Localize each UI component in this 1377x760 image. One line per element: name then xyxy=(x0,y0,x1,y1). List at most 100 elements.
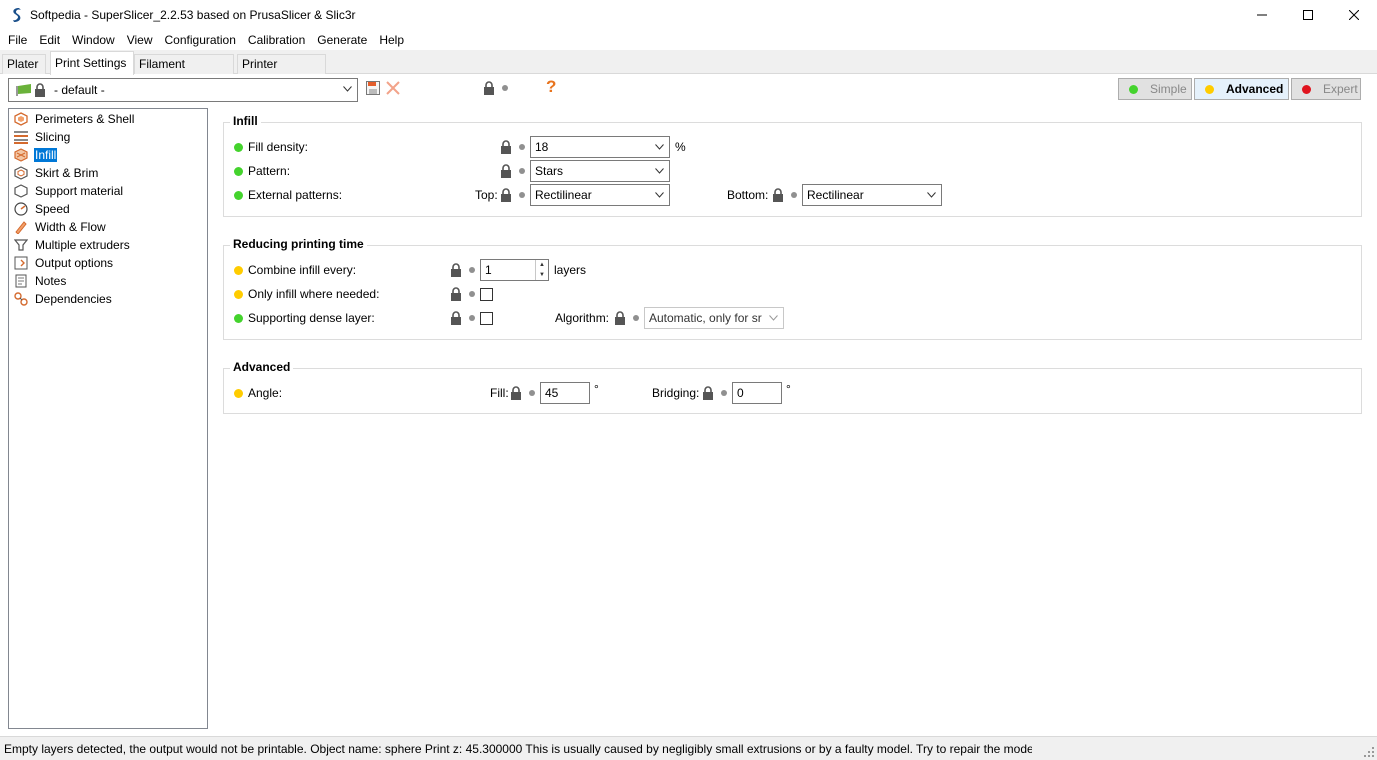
close-button[interactable] xyxy=(1331,0,1377,30)
sidebar-item-width-flow[interactable]: Width & Flow xyxy=(14,218,107,236)
sidebar-item-infill[interactable]: Infill xyxy=(14,146,58,164)
sidebar-item-support[interactable]: Support material xyxy=(14,182,124,200)
menu-edit[interactable]: Edit xyxy=(33,33,66,47)
top-pattern-label: Top: xyxy=(475,188,498,202)
sidebar-item-label: Output options xyxy=(35,256,114,270)
advanced-group-title: Advanced xyxy=(230,360,294,374)
mode-simple-button[interactable]: Simple xyxy=(1118,78,1192,100)
chevron-down-icon xyxy=(655,144,664,150)
sidebar-item-speed[interactable]: Speed xyxy=(14,200,71,218)
tab-printer-settings[interactable]: Printer Settings xyxy=(237,54,326,89)
menu-view[interactable]: View xyxy=(121,33,159,47)
bottom-pattern-dropdown[interactable]: Rectilinear xyxy=(802,184,942,206)
window-title: Softpedia - SuperSlicer_2.2.53 based on … xyxy=(30,8,356,22)
pattern-row-label: Pattern: xyxy=(234,160,290,182)
extruders-icon xyxy=(14,238,28,252)
sidebar-item-label: Notes xyxy=(35,274,67,288)
fill-angle-input[interactable]: 45 xyxy=(540,382,590,404)
supporting-dense-label: Supporting dense layer: xyxy=(248,311,375,325)
combine-infill-label: Combine infill every: xyxy=(248,263,357,277)
green-dot-icon xyxy=(234,166,243,176)
combine-infill-value: 1 xyxy=(485,263,492,277)
preset-dropdown[interactable]: - default - xyxy=(8,78,358,102)
tab-filament-settings[interactable]: Filament Settings xyxy=(134,54,234,89)
pattern-label: Pattern: xyxy=(248,164,291,178)
bridging-angle-unit: ° xyxy=(786,382,791,396)
sidebar-item-notes[interactable]: Notes xyxy=(14,272,67,290)
minimize-button[interactable] xyxy=(1239,0,1285,30)
bottom-pattern-value: Rectilinear xyxy=(807,188,864,202)
lock-icon[interactable] xyxy=(483,81,495,95)
top-pattern-dropdown[interactable]: Rectilinear xyxy=(530,184,670,206)
lock-icon[interactable] xyxy=(702,386,714,400)
lock-icon[interactable] xyxy=(450,311,462,325)
flag-icon xyxy=(16,84,31,96)
sidebar-item-multiple-extruders[interactable]: Multiple extruders xyxy=(14,236,131,254)
chevron-down-icon xyxy=(769,315,778,321)
system-value-dot-icon xyxy=(469,315,475,321)
sidebar-item-skirt-brim[interactable]: Skirt & Brim xyxy=(14,164,99,182)
system-value-dot-icon xyxy=(519,168,525,174)
fill-density-value: 18 xyxy=(535,140,549,154)
question-mark-icon[interactable]: ? xyxy=(546,77,556,97)
maximize-button[interactable] xyxy=(1285,0,1331,30)
sidebar-item-label: Perimeters & Shell xyxy=(35,112,135,126)
reducing-group-title: Reducing printing time xyxy=(230,237,367,251)
only-infill-row-label: Only infill where needed: xyxy=(234,283,379,305)
green-dot-icon xyxy=(234,142,243,152)
fill-angle-value: 45 xyxy=(545,386,559,400)
menu-generate[interactable]: Generate xyxy=(311,33,373,47)
resize-grip-icon[interactable] xyxy=(1364,747,1374,757)
slicing-icon xyxy=(14,130,28,144)
top-pattern-value: Rectilinear xyxy=(535,188,592,202)
delete-preset-icon[interactable] xyxy=(386,81,400,95)
menu-configuration[interactable]: Configuration xyxy=(159,33,242,47)
lock-icon[interactable] xyxy=(500,188,512,202)
sidebar-item-dependencies[interactable]: Dependencies xyxy=(14,290,113,308)
status-bar: Empty layers detected, the output would … xyxy=(0,736,1377,760)
sidebar-item-label: Infill xyxy=(34,148,58,162)
only-infill-checkbox[interactable] xyxy=(480,288,493,301)
external-patterns-row-label: External patterns: xyxy=(234,184,342,206)
mode-expert-button[interactable]: Expert xyxy=(1291,78,1361,100)
sidebar-item-slicing[interactable]: Slicing xyxy=(14,128,71,146)
mode-advanced-button[interactable]: Advanced xyxy=(1194,78,1289,100)
combine-infill-unit: layers xyxy=(554,263,587,277)
menu-file[interactable]: File xyxy=(2,33,33,47)
chevron-down-icon[interactable]: ▼ xyxy=(536,270,548,280)
menu-calibration[interactable]: Calibration xyxy=(242,33,311,47)
yellow-dot-icon xyxy=(1205,84,1214,94)
supporting-dense-checkbox[interactable] xyxy=(480,312,493,325)
fill-angle-unit: ° xyxy=(594,382,599,396)
bottom-pattern-label: Bottom: xyxy=(727,188,769,202)
skirt-brim-icon xyxy=(14,166,28,180)
lock-icon[interactable] xyxy=(772,188,784,202)
spin-buttons[interactable]: ▲ ▼ xyxy=(535,260,548,280)
lock-icon[interactable] xyxy=(500,164,512,178)
sidebar-item-perimeters[interactable]: Perimeters & Shell xyxy=(14,110,135,128)
sidebar-item-label: Skirt & Brim xyxy=(35,166,99,180)
bridging-angle-value: 0 xyxy=(737,386,744,400)
menu-window[interactable]: Window xyxy=(66,33,121,47)
combine-infill-stepper[interactable]: 1 ▲ ▼ xyxy=(480,259,549,281)
bridging-angle-input[interactable]: 0 xyxy=(732,382,782,404)
tab-plater[interactable]: Plater xyxy=(2,54,46,74)
lock-icon[interactable] xyxy=(450,263,462,277)
lock-icon[interactable] xyxy=(500,140,512,154)
fill-density-dropdown[interactable]: 18 xyxy=(530,136,670,158)
menu-help[interactable]: Help xyxy=(373,33,410,47)
sidebar-item-output-options[interactable]: Output options xyxy=(14,254,114,272)
lock-icon[interactable] xyxy=(614,311,626,325)
notes-icon xyxy=(14,274,28,288)
close-icon xyxy=(1349,10,1359,20)
tab-print-settings[interactable]: Print Settings xyxy=(50,51,134,75)
settings-sidebar: Perimeters & Shell Slicing Infill Skirt … xyxy=(8,108,208,729)
algorithm-dropdown[interactable]: Automatic, only for sr xyxy=(644,307,784,329)
lock-icon[interactable] xyxy=(450,287,462,301)
infill-icon xyxy=(14,148,28,162)
green-dot-icon xyxy=(234,313,243,323)
green-dot-icon xyxy=(234,190,243,200)
pattern-dropdown[interactable]: Stars xyxy=(530,160,670,182)
save-preset-icon[interactable] xyxy=(366,81,380,95)
lock-icon[interactable] xyxy=(510,386,522,400)
